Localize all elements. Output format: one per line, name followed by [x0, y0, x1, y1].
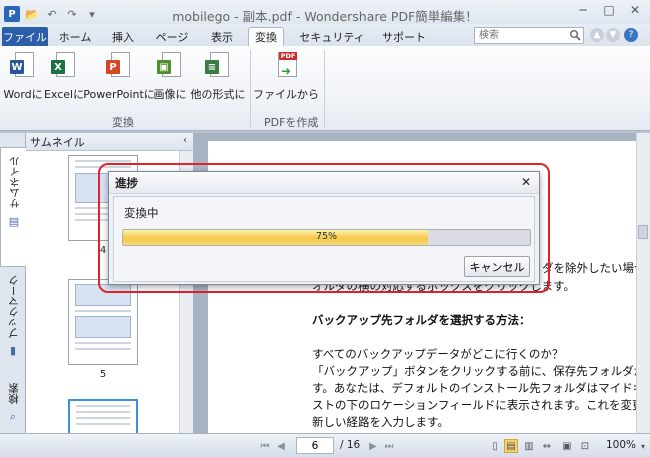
thumbnails-icon: ▤	[8, 214, 20, 228]
word-icon: W	[10, 52, 36, 82]
to-excel-button[interactable]: X Excelに	[43, 50, 85, 106]
ribbon: W Wordに X Excelに P PowerPointに ▣ 画像に ≡ 他…	[0, 46, 650, 131]
thumbnail-header-title: サムネイル	[30, 135, 85, 149]
excel-icon: X	[51, 52, 77, 82]
dialog-status-text: 変換中	[124, 206, 159, 220]
vtab-search-label: 検索	[7, 383, 20, 404]
vtab-bookmarks[interactable]: ブックマーク ▮	[0, 275, 26, 375]
other-format-icon: ≡	[205, 52, 231, 82]
powerpoint-icon: P	[106, 52, 132, 82]
create-from-file-button[interactable]: PDF ➜ ファイルから	[253, 50, 319, 106]
to-powerpoint-label: PowerPointに	[83, 88, 155, 101]
facing-page-icon[interactable]: ▥	[522, 439, 536, 453]
ribbon-separator	[250, 50, 251, 128]
status-bar: ⏮ ◀ / 16 ▶ ⏭ ▯ ▤ ▥ ⇔ ▣ ⊡ 100% ▾	[0, 433, 650, 457]
tab-home[interactable]: ホーム	[56, 27, 94, 46]
continuous-page-icon[interactable]: ▤	[504, 439, 518, 453]
scrollbar-thumb[interactable]	[638, 225, 648, 239]
search-icon[interactable]	[569, 29, 581, 41]
side-tab-strip: サムネイル ▤ ブックマーク ▮ 検索 ⌕	[0, 133, 27, 433]
document-text-line: すべてのバックアップデータがどこに行くのか？	[312, 347, 564, 361]
fit-width-icon[interactable]: ⇔	[540, 439, 554, 453]
next-page-icon[interactable]: ▶	[366, 439, 380, 453]
first-page-icon[interactable]: ⏮	[258, 439, 272, 453]
document-text-line: す。あなたは、デフォルトのインストール先フォルダはマイドキュメ	[312, 381, 650, 395]
create-pdf-group-label: PDFを作成	[264, 116, 319, 129]
pdf-create-icon: PDF ➜	[273, 52, 299, 82]
zoom-level[interactable]: 100%	[606, 439, 636, 451]
tab-convert[interactable]: 変換	[248, 27, 284, 46]
to-image-label: 画像に	[153, 88, 187, 101]
ribbon-tab-bar: ファイル ホーム 挿入 ページ 表示 変換 セキュリティ サポート ▲ ▼ ?	[0, 24, 650, 46]
cancel-button[interactable]: キャンセル	[464, 256, 530, 277]
to-other-format-label: 他の形式に	[190, 88, 246, 101]
to-word-label: Wordに	[3, 88, 43, 101]
single-page-icon[interactable]: ▯	[488, 439, 502, 453]
maximize-button[interactable]: □	[596, 0, 622, 20]
bookmark-icon: ▮	[9, 344, 17, 357]
actual-size-icon[interactable]: ⊡	[578, 439, 592, 453]
vtab-bookmarks-label: ブックマーク	[7, 275, 20, 338]
minimize-button[interactable]: ─	[570, 0, 596, 20]
document-text-line: ダを除外したい場合	[542, 261, 646, 275]
vtab-search[interactable]: 検索 ⌕	[0, 383, 26, 433]
to-other-format-button[interactable]: ≡ 他の形式に	[190, 50, 246, 106]
tab-insert[interactable]: 挿入	[108, 27, 138, 46]
dialog-title: 進捗	[115, 175, 138, 190]
last-page-icon[interactable]: ⏭	[382, 439, 396, 453]
dialog-close-icon[interactable]: ✕	[519, 175, 533, 189]
progress-dialog: 進捗 ✕ 変換中 75% キャンセル	[108, 171, 540, 285]
create-from-file-label: ファイルから	[253, 88, 319, 101]
image-icon: ▣	[157, 52, 183, 82]
convert-group-label: 変換	[112, 116, 134, 129]
prev-page-icon[interactable]: ◀	[274, 439, 288, 453]
document-heading: バックアップ先フォルダを選択する方法：	[312, 313, 531, 327]
document-text-line: ストの下のロケーションフィールドに表示されます。これを変更する	[312, 398, 650, 412]
collapse-panel-icon[interactable]: ‹	[183, 135, 187, 146]
fit-page-icon[interactable]: ▣	[560, 439, 574, 453]
to-image-button[interactable]: ▣ 画像に	[152, 50, 188, 106]
document-scrollbar[interactable]	[636, 133, 650, 433]
zoom-dropdown-icon[interactable]: ▾	[636, 439, 650, 453]
dialog-title-bar: 進捗	[109, 172, 539, 194]
tab-page[interactable]: ページ	[152, 27, 192, 46]
dialog-body: 変換中 75% キャンセル	[113, 196, 535, 282]
tab-security[interactable]: セキュリティ	[296, 27, 368, 46]
thumbnail-page-number: 5	[99, 369, 107, 380]
document-text-line: 「バックアップ」ボタンをクリックする前に、保存先フォルダがお望み	[312, 364, 650, 378]
tab-view[interactable]: 表示	[206, 27, 238, 46]
window-title: mobilego - 副本.pdf - Wondershare PDF簡単編集！	[172, 9, 478, 24]
to-powerpoint-button[interactable]: P PowerPointに	[83, 50, 155, 106]
to-word-button[interactable]: W Wordに	[3, 50, 43, 106]
vtab-thumbnails[interactable]: サムネイル ▤	[0, 147, 27, 267]
to-excel-label: Excelに	[43, 88, 85, 101]
search-prev-icon[interactable]: ▲	[590, 28, 604, 42]
ribbon-separator	[324, 50, 325, 128]
thumbnail-header: サムネイル ‹	[26, 133, 193, 151]
vtab-thumbnails-label: サムネイル	[8, 156, 21, 209]
progress-percent: 75%	[315, 231, 338, 242]
document-text-line: 新しい経路を入力します。	[312, 415, 449, 429]
search-box	[474, 27, 584, 44]
tab-support[interactable]: サポート	[380, 27, 428, 46]
help-icon[interactable]: ?	[624, 28, 638, 42]
tab-file[interactable]: ファイル	[2, 27, 48, 46]
page-number-input[interactable]	[296, 437, 334, 454]
search-input[interactable]	[475, 28, 567, 43]
progress-bar: 75%	[122, 229, 531, 246]
page-total: / 16	[340, 439, 361, 451]
search-next-icon[interactable]: ▼	[606, 28, 620, 42]
search-panel-icon: ⌕	[9, 410, 17, 423]
close-window-button[interactable]: ✕	[622, 0, 648, 20]
